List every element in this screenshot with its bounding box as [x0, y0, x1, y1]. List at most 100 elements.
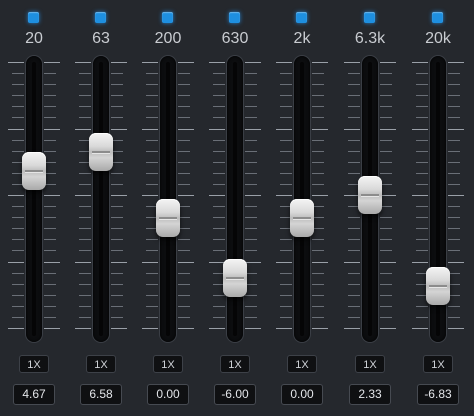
scale-tick — [245, 73, 257, 74]
scale-tick — [348, 117, 360, 118]
scale-tick — [111, 206, 123, 207]
scale-tick — [245, 140, 257, 141]
scale-tick — [111, 217, 123, 218]
scale-tick — [146, 317, 158, 318]
scale-tick — [448, 106, 460, 107]
scale-tick — [280, 162, 292, 163]
scale-tick — [312, 273, 324, 274]
scale-tick — [12, 206, 24, 207]
scale-tick — [178, 295, 190, 296]
scale-tick — [111, 184, 123, 185]
scale-tick — [12, 84, 24, 85]
scale-tick — [245, 306, 257, 307]
scale-tick — [44, 140, 56, 141]
scale-tick — [312, 184, 324, 185]
multiplier-button[interactable]: 1X — [355, 355, 385, 373]
multiplier-button[interactable]: 1X — [19, 355, 49, 373]
scale-tick — [348, 317, 360, 318]
scale-tick — [448, 162, 460, 163]
scale-tick — [344, 262, 360, 263]
scale-tick — [75, 262, 91, 263]
multiplier-button[interactable]: 1X — [220, 355, 250, 373]
scale-tick — [448, 250, 460, 251]
scale-tick — [380, 295, 392, 296]
gain-value-field[interactable]: -6.00 — [214, 384, 256, 405]
scale-tick — [280, 106, 292, 107]
gain-value-field[interactable]: -6.83 — [417, 384, 459, 405]
scale-tick — [79, 306, 91, 307]
fader-track[interactable] — [227, 56, 243, 342]
gain-value-field[interactable]: 0.00 — [281, 384, 323, 405]
fader-knob-icon[interactable] — [89, 133, 113, 171]
scale-tick — [79, 273, 91, 274]
gain-value-field[interactable]: 0.00 — [147, 384, 189, 405]
scale-tick — [416, 306, 428, 307]
scale-tick — [146, 295, 158, 296]
scale-tick — [111, 106, 123, 107]
band-630: 630 1X -6.00 — [201, 0, 269, 416]
multiplier-button[interactable]: 1X — [153, 355, 183, 373]
scale-tick — [312, 84, 324, 85]
scale-tick — [245, 262, 261, 263]
scale-tick — [448, 184, 460, 185]
scale-tick — [213, 151, 225, 152]
scale-tick — [146, 284, 158, 285]
fader-knob-icon[interactable] — [223, 259, 247, 297]
scale-tick — [213, 250, 225, 251]
scale-tick — [111, 62, 127, 63]
gain-value-field[interactable]: 2.33 — [349, 384, 391, 405]
scale-tick — [111, 317, 123, 318]
fader-knob-icon[interactable] — [22, 152, 46, 190]
scale-tick — [380, 273, 392, 274]
scale-tick — [412, 62, 428, 63]
scale-tick — [178, 95, 190, 96]
scale-tick — [348, 73, 360, 74]
scale-tick — [79, 95, 91, 96]
scale-tick — [448, 129, 464, 130]
fader-track[interactable] — [93, 56, 109, 342]
scale-tick — [75, 195, 91, 196]
scale-tick — [146, 84, 158, 85]
scale-tick — [380, 239, 392, 240]
scale-tick — [111, 239, 123, 240]
scale-tick — [416, 250, 428, 251]
scale-tick — [146, 106, 158, 107]
fader-knob-icon[interactable] — [358, 176, 382, 214]
scale-tick — [44, 284, 56, 285]
scale-tick — [348, 84, 360, 85]
band-6-3k: 6.3k 1X 2.33 — [336, 0, 404, 416]
band-63: 63 1X 6.58 — [67, 0, 135, 416]
scale-tick — [348, 250, 360, 251]
scale-tick — [44, 84, 56, 85]
fader-track[interactable] — [26, 56, 42, 342]
scale-tick — [142, 195, 158, 196]
gain-value-field[interactable]: 4.67 — [13, 384, 55, 405]
scale-tick — [8, 195, 24, 196]
scale-tick — [8, 62, 24, 63]
scale-tick — [111, 195, 127, 196]
scale-tick — [213, 117, 225, 118]
gain-value-field[interactable]: 6.58 — [80, 384, 122, 405]
scale-tick — [412, 328, 428, 329]
scale-tick — [178, 306, 190, 307]
scale-tick — [448, 217, 460, 218]
scale-tick — [111, 95, 123, 96]
fader-knob-icon[interactable] — [156, 199, 180, 237]
scale-tick — [146, 173, 158, 174]
fader-knob-icon[interactable] — [290, 199, 314, 237]
scale-tick — [280, 73, 292, 74]
scale-tick — [146, 140, 158, 141]
scale-tick — [416, 140, 428, 141]
scale-tick — [348, 217, 360, 218]
scale-tick — [348, 95, 360, 96]
multiplier-button[interactable]: 1X — [423, 355, 453, 373]
scale-tick — [178, 284, 190, 285]
scale-tick — [12, 295, 24, 296]
scale-tick — [245, 239, 257, 240]
fader-knob-icon[interactable] — [426, 267, 450, 305]
multiplier-button[interactable]: 1X — [86, 355, 116, 373]
scale-tick — [416, 317, 428, 318]
scale-tick — [178, 239, 190, 240]
multiplier-button[interactable]: 1X — [287, 355, 317, 373]
scale-tick — [280, 84, 292, 85]
